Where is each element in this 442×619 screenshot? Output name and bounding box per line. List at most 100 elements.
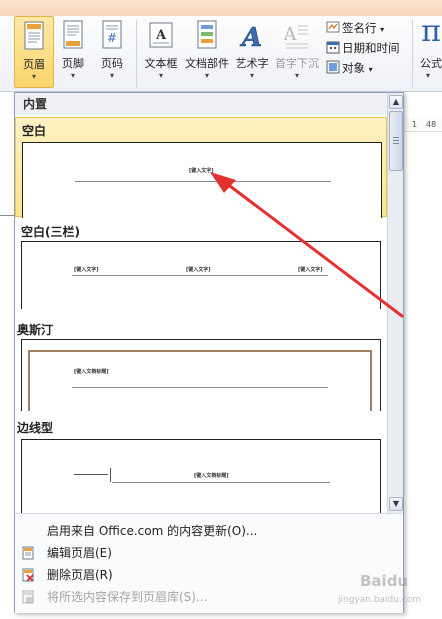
- calendar-icon: [326, 41, 340, 54]
- placeholder-text: [键入文档标题]: [194, 473, 229, 479]
- scroll-thumb[interactable]: [389, 111, 403, 171]
- drop-cap-button-label: 首字下沉: [275, 57, 319, 70]
- menu-item-label: 删除页眉(R): [47, 568, 113, 582]
- placeholder-text: [键入文字]: [189, 168, 214, 174]
- horizontal-ruler: 1 48: [400, 118, 442, 132]
- chevron-down-icon: ▾: [70, 71, 75, 80]
- footer-icon: [63, 20, 83, 49]
- gallery-item-austin[interactable]: 奥斯汀 [键入文档标题]: [15, 317, 387, 413]
- ruler-tick-label: 1: [412, 120, 418, 129]
- edit-header-icon: [22, 546, 34, 560]
- pi-icon: π: [421, 14, 441, 49]
- watermark-brand: Baidu: [360, 572, 409, 590]
- chevron-down-icon: ▾: [158, 71, 163, 80]
- wordart-button-label: 艺术字: [235, 57, 269, 70]
- chevron-down-icon: ▾: [204, 71, 209, 80]
- chevron-down-icon: ▾: [31, 72, 36, 81]
- chevron-down-icon: ▾: [294, 71, 299, 80]
- quick-parts-button-label: 文档部件: [185, 57, 229, 70]
- object-button[interactable]: 对象 ▾: [326, 60, 373, 78]
- drop-cap-icon: A: [284, 24, 308, 49]
- menu-item-edit-header[interactable]: 编辑页眉(E): [15, 542, 403, 564]
- watermark-url: jingyan.baidu.com: [338, 595, 422, 605]
- gallery-item-title: 空白(三栏): [21, 225, 80, 239]
- chevron-down-icon: ▾: [368, 65, 373, 74]
- gallery-item-preview: [键入文字]: [22, 142, 382, 218]
- drop-cap-button[interactable]: A 首字下沉 ▾: [273, 16, 321, 88]
- gallery-item-title: 空白: [22, 124, 47, 138]
- footer-button[interactable]: 页脚 ▾: [56, 16, 90, 88]
- group-divider: [136, 20, 137, 88]
- gallery-item-preview: [键入文档标题]: [21, 439, 381, 513]
- object-icon: [326, 60, 340, 74]
- page-number-icon: #: [102, 20, 122, 49]
- signature-icon: [326, 21, 340, 33]
- menu-item-label: 将所选内容保存到页眉库(S)...: [47, 590, 208, 604]
- austin-frame: [28, 350, 372, 411]
- chevron-down-icon: ▾: [380, 25, 385, 34]
- document-margin-left: [0, 92, 14, 619]
- header-gallery: 内置 空白 [键入文字] 空白(三栏) [键入文字] [键入文字] [键入文字]…: [15, 93, 387, 513]
- signature-line-label: 签名行: [342, 21, 377, 35]
- delete-header-icon: [22, 568, 34, 582]
- header-button-label: 页眉: [23, 58, 45, 71]
- wordart-button[interactable]: A 艺术字 ▾: [233, 16, 271, 88]
- gallery-item-title: 奥斯汀: [17, 323, 54, 337]
- page-number-button[interactable]: # 页码 ▾: [94, 16, 130, 88]
- menu-item-label: 编辑页眉(E): [47, 546, 112, 560]
- ruler-tick-label: 48: [426, 120, 437, 129]
- sideline-divider: [110, 468, 111, 482]
- chevron-down-icon: ▾: [426, 71, 431, 80]
- title-bar-strip: [0, 0, 442, 16]
- date-time-button[interactable]: 日期和时间: [326, 40, 400, 58]
- header-rule: [112, 482, 330, 483]
- section-header-builtin: 内置: [15, 93, 387, 115]
- quick-parts-icon: [197, 20, 217, 49]
- gallery-item-blank[interactable]: 空白 [键入文字]: [15, 117, 387, 218]
- placeholder-text: [键入文档标题]: [74, 369, 109, 375]
- svg-text:A: A: [239, 23, 262, 50]
- equation-button[interactable]: π 公式 ▾: [416, 14, 442, 88]
- gallery-item-preview: [键入文档标题]: [21, 339, 381, 411]
- sideline-left: [74, 474, 108, 475]
- gallery-item-preview: [键入文字] [键入文字] [键入文字]: [21, 241, 381, 309]
- ribbon-insert-tab: 页眉 ▾ 页脚 ▾ # 页码 ▾ A 文本框 ▾ 文档部件 ▾ A 艺术字 ▾ …: [0, 14, 442, 92]
- menu-item-label: 启用来自 Office.com 的内容更新(O)...: [47, 524, 258, 538]
- text-box-button-label: 文本框: [144, 57, 178, 70]
- text-box-icon: A: [149, 22, 173, 48]
- svg-text:A: A: [155, 28, 167, 43]
- header-icon: [24, 21, 44, 50]
- text-box-button[interactable]: A 文本框 ▾: [141, 16, 181, 88]
- gallery-item-sideline[interactable]: 边线型 [键入文档标题]: [15, 415, 387, 513]
- svg-text:A: A: [284, 24, 298, 45]
- equation-button-label: 公式: [420, 57, 442, 70]
- scroll-down-button[interactable]: ▼: [389, 497, 403, 511]
- save-selection-icon: [22, 590, 34, 604]
- header-button[interactable]: 页眉 ▾: [14, 16, 54, 88]
- header-rule: [72, 387, 328, 388]
- placeholder-text: [键入文字]: [74, 267, 99, 273]
- placeholder-text: [键入文字]: [186, 267, 211, 273]
- wordart-icon: A: [239, 23, 262, 50]
- ruler-edge: [0, 215, 14, 216]
- signature-line-button[interactable]: 签名行 ▾: [326, 20, 384, 38]
- gallery-item-title: 边线型: [17, 421, 54, 435]
- document-page[interactable]: [400, 92, 442, 619]
- group-divider: [412, 20, 413, 88]
- quick-parts-button[interactable]: 文档部件 ▾: [183, 16, 231, 88]
- header-rule: [75, 181, 331, 182]
- chevron-down-icon: ▾: [109, 71, 114, 80]
- gallery-scrollbar[interactable]: ▲ ▼: [387, 93, 403, 513]
- chevron-down-icon: ▾: [249, 71, 254, 80]
- watermark: Baidu jingyan.baidu.com: [330, 570, 438, 614]
- header-gallery-dropdown: 内置 空白 [键入文字] 空白(三栏) [键入文字] [键入文字] [键入文字]…: [14, 92, 404, 613]
- page-number-button-label: 页码: [101, 57, 123, 70]
- object-label: 对象: [342, 61, 365, 75]
- menu-item-office-update[interactable]: 启用来自 Office.com 的内容更新(O)...: [15, 520, 403, 542]
- footer-button-label: 页脚: [62, 57, 84, 70]
- gallery-item-blank-three-column[interactable]: 空白(三栏) [键入文字] [键入文字] [键入文字]: [15, 219, 387, 315]
- placeholder-text: [键入文字]: [298, 267, 323, 273]
- svg-text:#: #: [107, 31, 117, 45]
- header-rule: [72, 275, 328, 276]
- scroll-up-button[interactable]: ▲: [389, 95, 403, 109]
